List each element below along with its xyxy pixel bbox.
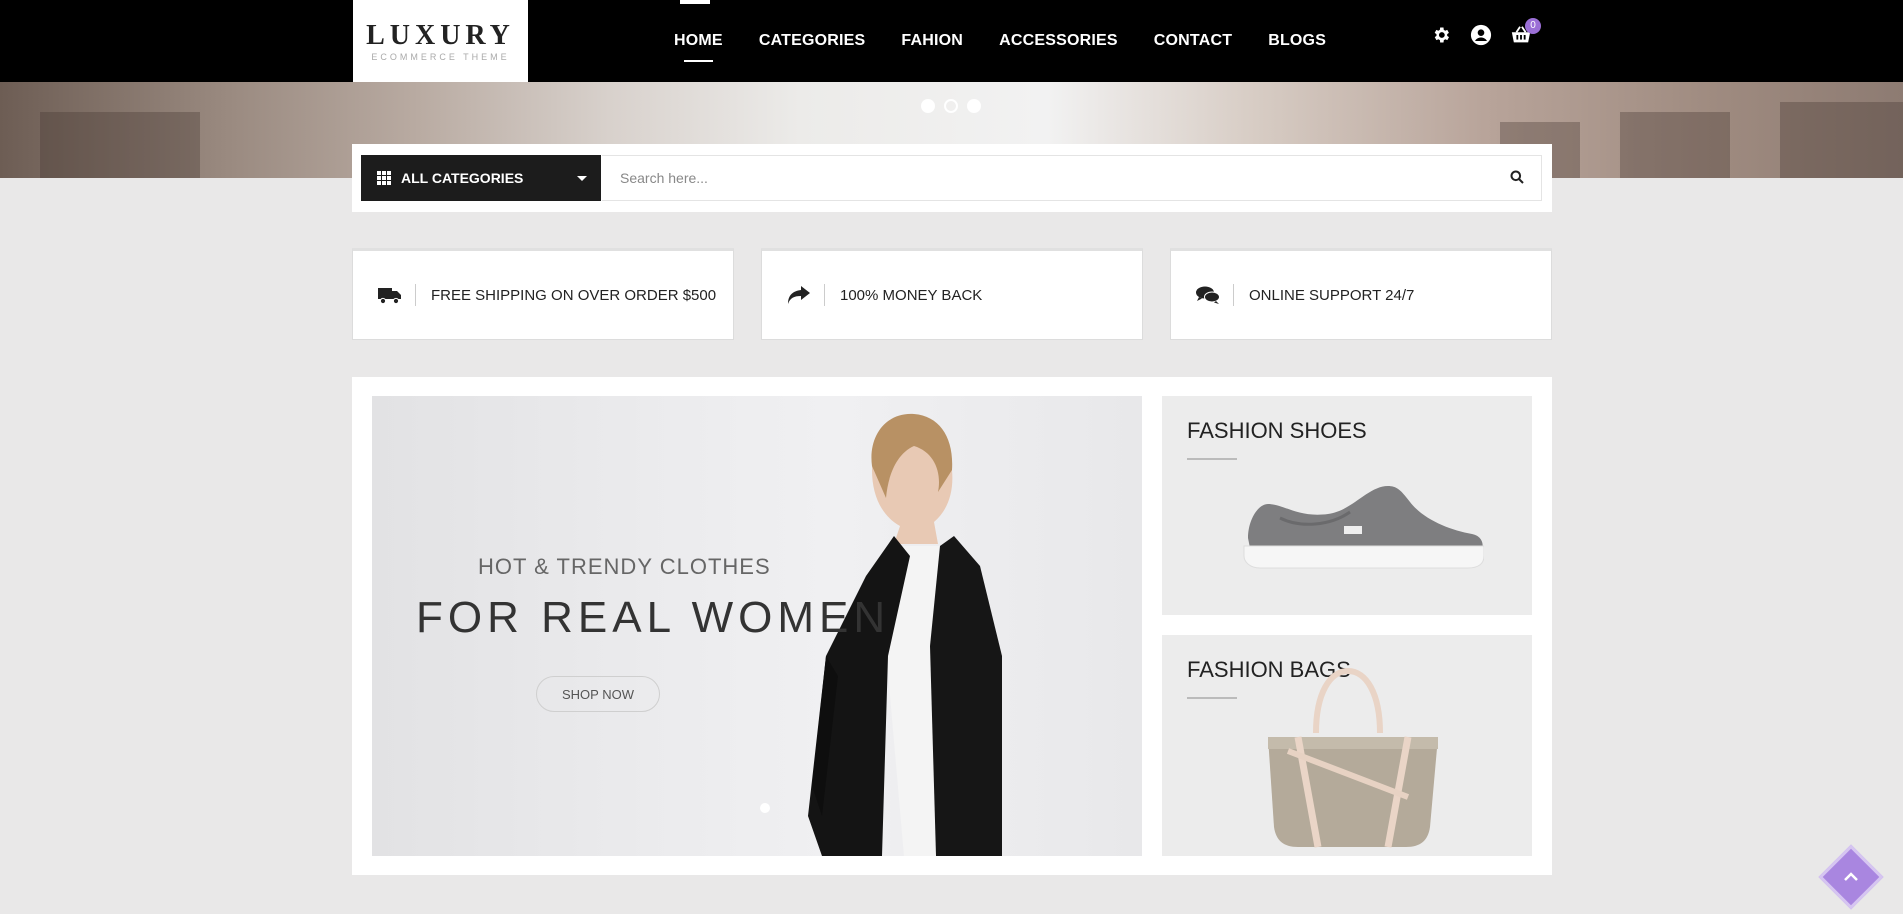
divider [415,284,416,306]
search-icon[interactable] [1510,170,1528,188]
slider-dot[interactable] [944,99,958,113]
shoe-image [1243,486,1484,569]
chevron-up-icon [1844,872,1858,881]
main-nav: HOME CATEGORIES FAHION ACCESSORIES CONTA… [674,0,1362,82]
card-title: FASHION SHOES [1187,418,1367,443]
chevron-down-icon [577,176,587,181]
gear-icon[interactable] [1430,24,1452,46]
slider-dot[interactable] [921,99,935,113]
banner-slider-dot[interactable] [760,803,770,813]
nav-home[interactable]: HOME [674,32,723,62]
nav-blogs[interactable]: BLOGS [1268,32,1326,50]
bag-image [1268,667,1438,848]
user-icon[interactable] [1470,24,1492,46]
header-icons: 0 [1430,18,1550,46]
site-logo[interactable]: LUXURY ECOMMERCE THEME [353,0,528,82]
nav-fashion[interactable]: FAHION [901,32,963,50]
banner-title: FOR REAL WOMEN [416,593,891,642]
slider-pagination [921,99,990,113]
search-bar: ALL CATEGORIES [352,144,1552,212]
promo-banner-section: HOT & TRENDY CLOTHES FOR REAL WOMEN SHOP… [352,377,1552,875]
basket-icon[interactable]: 0 [1510,18,1541,46]
scroll-to-top-button[interactable] [1818,844,1884,910]
main-promo-banner[interactable]: HOT & TRENDY CLOTHES FOR REAL WOMEN SHOP… [372,396,1142,856]
fashion-bags-card[interactable]: FASHION BAGS [1162,635,1532,856]
truck-icon [375,286,405,304]
logo-title: LUXURY [366,20,515,51]
cart-count-badge: 0 [1525,18,1541,34]
divider [824,284,825,306]
share-arrow-icon [784,286,814,304]
fashion-shoes-card[interactable]: FASHION SHOES [1162,396,1532,615]
title-underline [1187,697,1237,699]
slider-dot[interactable] [967,99,981,113]
nav-accessories[interactable]: ACCESSORIES [999,32,1118,50]
feature-text: 100% MONEY BACK [840,286,983,304]
top-header: LUXURY ECOMMERCE THEME HOME CATEGORIES F… [0,0,1903,82]
shop-now-button[interactable]: SHOP NOW [536,676,660,712]
feature-free-shipping: FREE SHIPPING ON OVER ORDER $500 [352,248,734,340]
feature-online-support: ONLINE SUPPORT 24/7 [1170,248,1552,340]
feature-money-back: 100% MONEY BACK [761,248,1143,340]
all-categories-dropdown[interactable]: ALL CATEGORIES [361,155,601,201]
chat-bubbles-icon [1193,286,1223,304]
logo-subtitle: ECOMMERCE THEME [371,52,510,62]
all-categories-label: ALL CATEGORIES [401,170,524,186]
divider [1233,284,1234,306]
nav-categories[interactable]: CATEGORIES [759,32,866,50]
nav-contact[interactable]: CONTACT [1154,32,1232,50]
feature-text: ONLINE SUPPORT 24/7 [1249,286,1415,304]
banner-kicker: HOT & TRENDY CLOTHES [478,554,771,579]
search-input[interactable] [602,155,1542,201]
grid-icon [377,171,391,185]
title-underline [1187,458,1237,460]
feature-text: FREE SHIPPING ON OVER ORDER $500 [431,286,717,304]
